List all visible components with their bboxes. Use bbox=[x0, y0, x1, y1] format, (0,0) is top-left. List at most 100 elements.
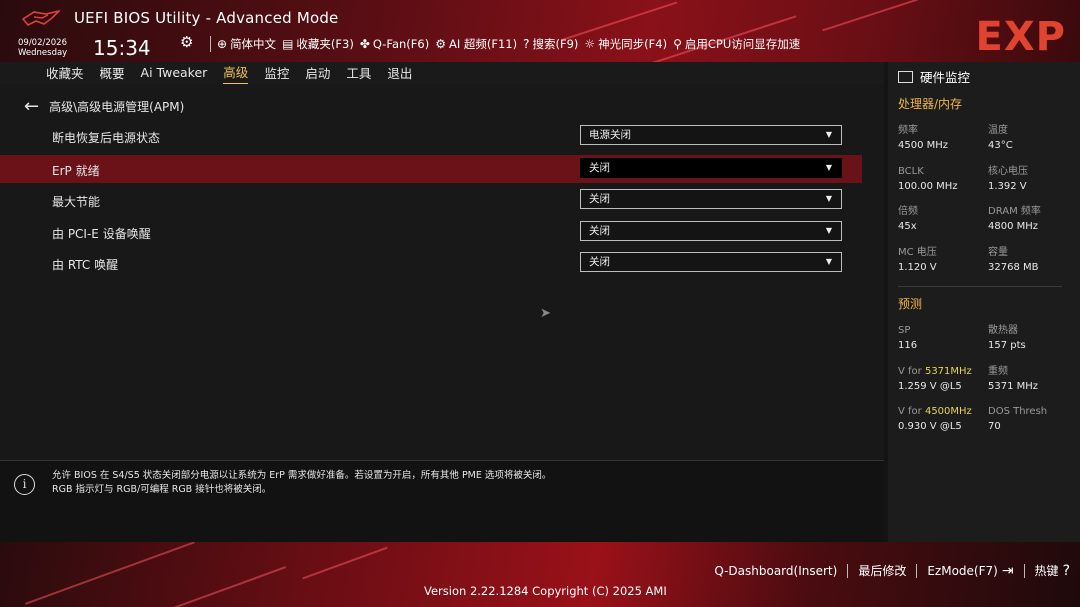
help-text: 允许 BIOS 在 S4/S5 状态关闭部分电源以让系统为 ErP 需求做好准备… bbox=[52, 469, 551, 497]
stat-key: 频率 bbox=[898, 125, 918, 136]
app-title: UEFI BIOS Utility - Advanced Mode bbox=[74, 9, 339, 27]
stat-ratio: 倍频 45x bbox=[898, 204, 918, 234]
ai-overclock-button[interactable]: ⚙ AI 超频(F11) bbox=[435, 36, 517, 52]
breadcrumb-path: 高级\高级电源管理(APM) bbox=[49, 100, 185, 114]
tab-main[interactable]: 概要 bbox=[100, 63, 125, 84]
stat-value: 1.259 V @L5 bbox=[898, 381, 962, 392]
stat-v-for-base: V for 4500MHz 0.930 V @L5 bbox=[898, 404, 972, 434]
fan-icon: ✤ bbox=[359, 37, 370, 51]
back-arrow-icon[interactable]: ← bbox=[24, 97, 39, 115]
resize-bar-button[interactable]: ⚲ 启用CPU访问显存加速 bbox=[673, 36, 800, 52]
stat-key: DOS Thresh bbox=[988, 406, 1048, 417]
ai-overclock-label: AI 超频(F11) bbox=[448, 37, 518, 51]
stat-key-frequency: 5371MHz bbox=[924, 366, 972, 377]
stat-core-voltage: 核心电压 1.392 V bbox=[988, 164, 1028, 194]
stat-value: 5371 MHz bbox=[988, 381, 1039, 392]
help-line-1: 允许 BIOS 在 S4/S5 状态关闭部分电源以让系统为 ErP 需求做好准备… bbox=[52, 470, 552, 481]
tab-exit[interactable]: 退出 bbox=[387, 63, 412, 84]
resize-bar-label: 启用CPU访问显存加速 bbox=[684, 37, 801, 51]
setting-row-ac-power-loss[interactable]: 断电恢复后电源状态 电源关闭 ▼ bbox=[0, 122, 862, 150]
setting-label: 最大节能 bbox=[52, 195, 101, 209]
stat-key: 倍频 bbox=[898, 206, 918, 217]
rog-logo-icon bbox=[22, 9, 60, 26]
language-button[interactable]: ⊕ 简体中文 bbox=[217, 36, 276, 52]
stat-v-for-heavy: V for 5371MHz 1.259 V @L5 bbox=[898, 364, 972, 394]
aura-sync-button[interactable]: ☼ 神光同步(F4) bbox=[584, 36, 667, 52]
stat-value: 116 bbox=[898, 340, 918, 351]
setting-row-max-power-saving[interactable]: 最大节能 关闭 ▼ bbox=[0, 186, 862, 214]
brand-badge: EXP bbox=[975, 14, 1066, 60]
setting-label: ErP 就绪 bbox=[52, 164, 100, 178]
tab-tool[interactable]: 工具 bbox=[346, 63, 371, 84]
favorites-button[interactable]: ▤ 收藏夹(F3) bbox=[282, 36, 354, 52]
header-bar: UEFI BIOS Utility - Advanced Mode 09/02/… bbox=[0, 0, 1080, 62]
stat-cpu-temperature: 温度 43°C bbox=[988, 123, 1013, 153]
hardware-monitor-title: 硬件监控 bbox=[920, 70, 971, 85]
ezmode-button[interactable]: EzMode(F7) ⇥ bbox=[927, 563, 1013, 579]
setting-dropdown[interactable]: 关闭 ▼ bbox=[580, 189, 842, 209]
dropdown-value: 关闭 bbox=[589, 193, 610, 205]
footer-divider bbox=[916, 563, 918, 578]
setting-dropdown[interactable]: 关闭 ▼ bbox=[580, 158, 842, 178]
footer-divider bbox=[1023, 563, 1025, 578]
stat-dram-frequency: DRAM 频率 4800 MHz bbox=[988, 204, 1041, 234]
version-text: Version 2.22.1284 Copyright (C) 2025 AMI bbox=[424, 584, 667, 598]
hotkeys-label: 热键 bbox=[1034, 564, 1059, 578]
dropdown-value: 电源关闭 bbox=[589, 129, 631, 141]
setting-dropdown[interactable]: 电源关闭 ▼ bbox=[580, 125, 842, 145]
qfan-label: Q-Fan(F6) bbox=[372, 37, 430, 51]
caret-down-icon: ▼ bbox=[825, 130, 832, 139]
stat-value: 0.930 V @L5 bbox=[898, 421, 962, 432]
setting-row-erp-ready[interactable]: ErP 就绪 关闭 ▼ bbox=[0, 155, 862, 183]
date-display: 09/02/2026 Wednesday bbox=[18, 38, 67, 58]
stat-key: 重频 bbox=[988, 366, 1008, 377]
tab-ai-tweaker[interactable]: Ai Tweaker bbox=[141, 65, 208, 82]
setting-dropdown[interactable]: 关闭 ▼ bbox=[580, 221, 842, 241]
top-toolbar: ⊕ 简体中文 ▤ 收藏夹(F3) ✤ Q-Fan(F6) ⚙ AI 超频(F11… bbox=[208, 36, 806, 52]
tab-monitor[interactable]: 监控 bbox=[264, 63, 289, 84]
setting-dropdown[interactable]: 关闭 ▼ bbox=[580, 252, 842, 272]
setting-row-rtc-wake[interactable]: 由 RTC 唤醒 关闭 ▼ bbox=[0, 249, 862, 277]
stat-key: 容量 bbox=[988, 247, 1008, 258]
search-button[interactable]: ? 搜索(F9) bbox=[523, 36, 578, 52]
stat-key: V for 5371MHz bbox=[898, 364, 972, 379]
ezmode-label: EzMode(F7) bbox=[927, 563, 998, 578]
toolbar-divider bbox=[210, 36, 211, 52]
stat-value: 70 bbox=[988, 421, 1001, 432]
stat-mc-voltage: MC 电压 1.120 V bbox=[898, 245, 937, 275]
setting-row-pcie-wake[interactable]: 由 PCI-E 设备唤醒 关闭 ▼ bbox=[0, 218, 862, 246]
q-dashboard-button[interactable]: Q-Dashboard(Insert) bbox=[714, 564, 837, 578]
section-divider bbox=[898, 286, 1062, 287]
weekday-text: Wednesday bbox=[18, 48, 68, 58]
tab-boot[interactable]: 启动 bbox=[305, 63, 330, 84]
exit-to-ezmode-icon: ⇥ bbox=[1001, 562, 1014, 579]
aura-sync-icon: ☼ bbox=[584, 37, 596, 51]
dropdown-value: 关闭 bbox=[589, 256, 610, 268]
date-text: 09/02/2026 bbox=[18, 38, 67, 48]
setting-label: 由 RTC 唤醒 bbox=[52, 258, 119, 272]
monitor-icon bbox=[898, 70, 913, 83]
question-icon: ? bbox=[1062, 563, 1070, 579]
settings-gear-icon[interactable]: ⚙ bbox=[180, 33, 193, 51]
caret-down-icon: ▼ bbox=[825, 194, 832, 203]
stat-value: 45x bbox=[898, 221, 917, 232]
stat-value: 43°C bbox=[988, 140, 1013, 151]
stat-value: 1.392 V bbox=[988, 181, 1027, 192]
stat-value: 100.00 MHz bbox=[898, 181, 958, 192]
mouse-pointer-icon: ➤ bbox=[540, 306, 551, 321]
language-label: 简体中文 bbox=[230, 37, 277, 51]
tab-advanced[interactable]: 高级 bbox=[223, 62, 249, 85]
stat-key: BCLK bbox=[898, 166, 924, 177]
stat-value: 157 pts bbox=[988, 340, 1026, 351]
tab-favorites[interactable]: 收藏夹 bbox=[46, 63, 84, 84]
stat-value: 4500 MHz bbox=[898, 140, 949, 151]
settings-panel: ← 高级\高级电源管理(APM) 断电恢复后电源状态 电源关闭 ▼ ErP 就绪… bbox=[0, 84, 884, 460]
footer-bar: Q-Dashboard(Insert) 最后修改 EzMode(F7) ⇥ 热键?… bbox=[0, 542, 1080, 607]
search-icon: ? bbox=[523, 37, 530, 51]
hotkeys-button[interactable]: 热键? bbox=[1035, 562, 1070, 579]
stat-heavy-frequency: 重频 5371 MHz bbox=[988, 364, 1038, 394]
stat-value: 32768 MB bbox=[988, 262, 1039, 273]
last-modified-button[interactable]: 最后修改 bbox=[858, 562, 906, 579]
qfan-button[interactable]: ✤ Q-Fan(F6) bbox=[360, 37, 429, 51]
caret-down-icon: ▼ bbox=[825, 257, 832, 266]
